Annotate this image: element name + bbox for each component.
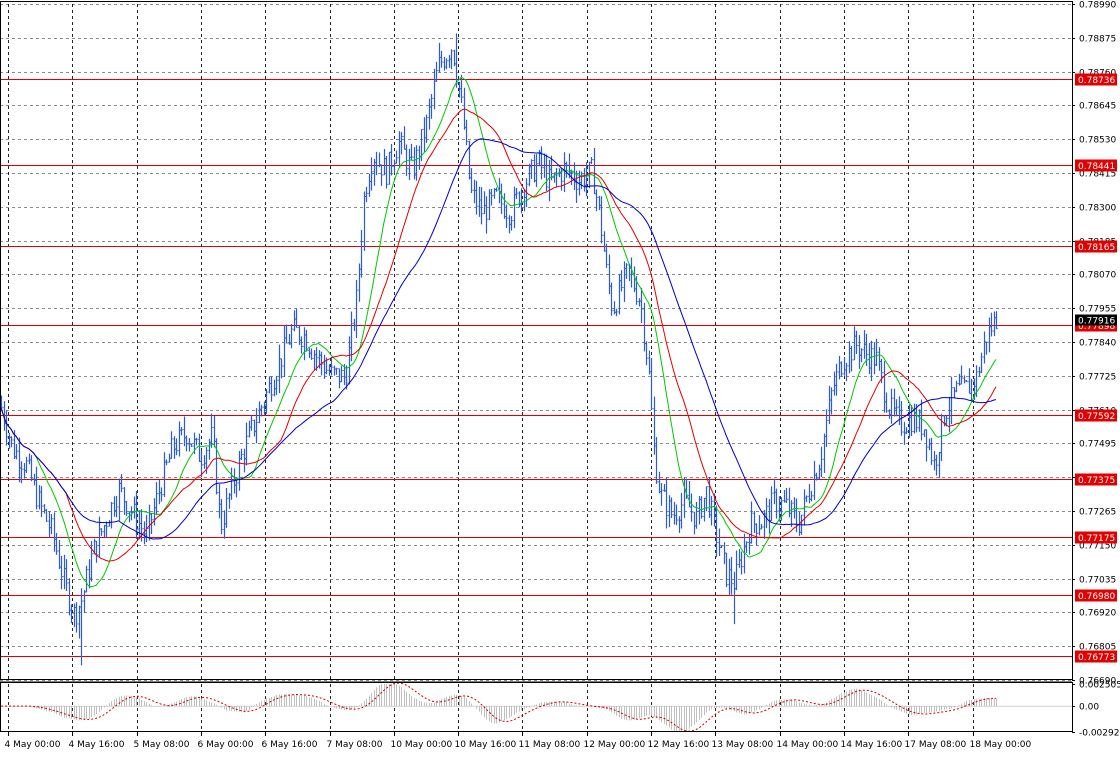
forex-chart[interactable]: 0.789900.788750.787600.786450.785300.784…	[0, 0, 1120, 758]
time-tick-label: 11 May 08:00	[519, 740, 581, 750]
price-tick-label: 0.77955	[1079, 305, 1116, 315]
time-tick-label: 6 May 00:00	[198, 740, 254, 750]
level-label: 0.78441	[1078, 162, 1115, 172]
price-tick-label: 0.78875	[1079, 35, 1116, 45]
time-tick-label: 14 May 16:00	[841, 740, 903, 750]
chart-frame	[0, 1, 1073, 732]
time-tick-label: 12 May 16:00	[648, 740, 710, 750]
level-label: 0.76773	[1078, 653, 1115, 663]
time-tick-label: 18 May 00:00	[970, 740, 1032, 750]
level-label: 0.78736	[1078, 76, 1115, 86]
time-tick-label: 7 May 08:00	[327, 740, 383, 750]
oscillator-panel	[0, 682, 1072, 732]
time-tick-label: 5 May 08:00	[134, 740, 190, 750]
level-label: 0.77592	[1078, 412, 1115, 422]
moving-average-line	[0, 77, 997, 588]
price-tick-label: 0.78990	[1079, 1, 1116, 11]
osc-tick-label: 0.00	[1079, 703, 1099, 713]
time-axis: 4 May 00:00 4 May 16:00 5 May 08:00 6 May 0…	[5, 732, 1032, 750]
price-tick-label: 0.78645	[1079, 102, 1116, 112]
time-tick-label: 12 May 00:00	[584, 740, 646, 750]
chart-canvas[interactable]: 0.789900.788750.787600.786450.785300.784…	[0, 0, 1120, 758]
current-price-label: 0.77916	[1078, 317, 1115, 327]
osc-tick-label: -0.002926	[1079, 729, 1120, 739]
time-tick-label: 10 May 00:00	[391, 740, 453, 750]
level-label: 0.78165	[1078, 243, 1115, 253]
time-tick-label: 10 May 16:00	[455, 740, 517, 750]
price-bars	[0, 33, 998, 666]
level-label: 0.77375	[1078, 476, 1115, 486]
moving-average-line	[0, 108, 997, 562]
time-tick-label: 17 May 08:00	[905, 740, 967, 750]
oscillator-axis: 0.002505 0.00 -0.002926	[1072, 681, 1120, 739]
level-label: 0.77175	[1078, 534, 1115, 544]
main-frame	[0, 1, 1073, 680]
price-tick-label: 0.77725	[1079, 373, 1116, 383]
time-tick-label: 14 May 00:00	[777, 740, 839, 750]
time-tick-label: 4 May 00:00	[5, 740, 61, 750]
price-tick-label: 0.78530	[1079, 136, 1116, 146]
price-axis: 0.789900.788750.787600.786450.785300.784…	[1072, 1, 1116, 687]
osc-tick-label: 0.002505	[1079, 681, 1120, 691]
price-tick-label: 0.77035	[1079, 576, 1116, 586]
osc-signal-line	[1, 682, 997, 732]
time-tick-label: 13 May 08:00	[712, 740, 774, 750]
time-tick-label: 6 May 16:00	[262, 740, 318, 750]
price-tick-label: 0.78070	[1079, 271, 1116, 281]
grid	[0, 4, 1072, 732]
moving-averages	[0, 77, 997, 588]
time-tick-label: 4 May 16:00	[69, 740, 125, 750]
price-tick-label: 0.76920	[1079, 609, 1116, 619]
price-tick-label: 0.77265	[1079, 508, 1116, 518]
price-tick-label: 0.77840	[1079, 339, 1116, 349]
level-label: 0.76980	[1078, 592, 1115, 602]
price-tick-label: 0.77495	[1079, 440, 1116, 450]
price-tick-label: 0.78300	[1079, 204, 1116, 214]
